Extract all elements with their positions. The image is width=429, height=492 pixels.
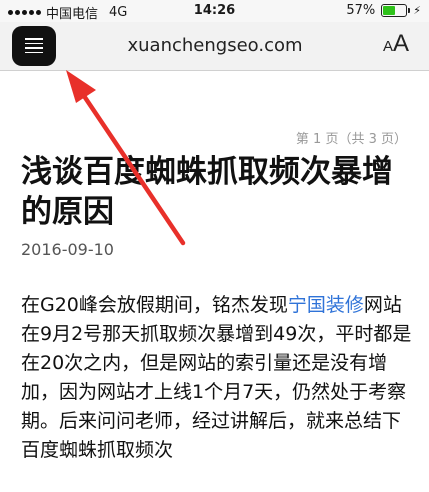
font-size-button[interactable]: AA — [383, 30, 409, 58]
paragraph-text-start: 在G20峰会放假期间，铭杰发现 — [21, 294, 288, 316]
battery-percent: 57% — [346, 3, 376, 18]
article-date: 2016-09-10 — [21, 240, 114, 259]
article-paragraph: 在G20峰会放假期间，铭杰发现宁国装修网站在9月2号那天抓取频次暴增到49次，平… — [21, 291, 416, 465]
page-indicator: 第 1 页（共 3 页） — [295, 132, 407, 147]
article-title: 浅谈百度蜘蛛抓取频次暴增的原因 — [21, 154, 393, 230]
font-size-small-glyph: A — [382, 38, 393, 55]
menu-button[interactable] — [12, 26, 56, 66]
address-bar: xuanchengseo.com AA — [0, 22, 429, 71]
url-domain[interactable]: xuanchengseo.com — [70, 35, 360, 56]
battery-fill — [383, 6, 396, 15]
status-right: 57% ⚡ — [346, 3, 421, 18]
paragraph-text-rest: 网站在9月2号那天抓取频次暴增到49次，平时都是在20次之内，但是网站的索引量还… — [21, 294, 412, 461]
charging-icon: ⚡ — [413, 4, 421, 17]
menu-icon — [25, 38, 43, 56]
article-link[interactable]: 宁国装修 — [288, 294, 364, 316]
battery-icon — [381, 4, 411, 17]
font-size-large-glyph: A — [392, 30, 409, 57]
status-bar: 中国电信 4G 14:26 57% ⚡ — [0, 0, 429, 22]
arrow-head — [66, 70, 96, 103]
